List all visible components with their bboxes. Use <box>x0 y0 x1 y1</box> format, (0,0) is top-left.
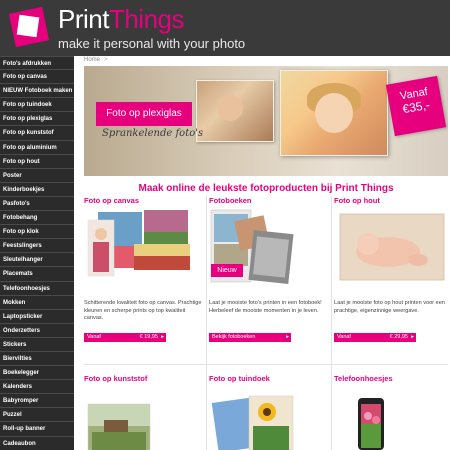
price-button-hout[interactable]: Vanaf € 29,95 ▸ <box>334 333 416 342</box>
sidebar-item-placemats[interactable]: Placemats <box>0 267 74 282</box>
grid-divider <box>206 196 207 450</box>
new-badge: Nieuw <box>211 264 243 277</box>
price-button-label: Vanaf <box>337 334 351 340</box>
product-title[interactable]: Telefoonhoesjes <box>334 374 450 383</box>
product-title[interactable]: Foto op canvas <box>84 196 202 205</box>
brand-tagline: make it personal with your photo <box>58 36 246 51</box>
banner-photo-child <box>280 70 388 156</box>
sidebar-item-roll-up-banner[interactable]: Roll-up banner <box>0 422 74 437</box>
page-headline: Maak online de leukste fotoproducten bij… <box>138 183 394 194</box>
sidebar-item-poster[interactable]: Poster <box>0 169 74 183</box>
banner-photo-family <box>196 80 274 142</box>
product-card-canvas[interactable]: Foto op canvas Schitterende kwaliteit fo… <box>84 196 202 346</box>
banner-subtitle: Sprankelende foto's <box>102 128 204 139</box>
sidebar-item-onderzetters[interactable]: Onderzetters <box>0 324 74 338</box>
product-card-hout[interactable]: Foto op hout Laat je mooiste foto op hou… <box>334 196 450 346</box>
product-card-fotoboeken[interactable]: Fotoboeken Nieuw Laat je mooiste foto's … <box>209 196 327 346</box>
product-description: Schitterende kwaliteit foto op canvas. P… <box>84 300 202 322</box>
sidebar-item-pasfotos[interactable]: Pasfoto's <box>0 197 74 212</box>
sidebar-item-mokken[interactable]: Mokken <box>0 296 74 310</box>
product-card-tuindoek[interactable]: Foto op tuindoek <box>209 374 327 450</box>
sidebar-item-sleutelhanger[interactable]: Sleutelhanger <box>0 253 74 268</box>
sidebar-item-foto-op-aluminium[interactable]: Foto op aluminium <box>0 141 74 155</box>
sidebar-item-foto-op-kunststof[interactable]: Foto op kunststof <box>0 126 74 141</box>
sidebar-item-babyromper[interactable]: Babyromper <box>0 394 74 409</box>
grid-divider <box>84 364 448 365</box>
product-image-telefoonhoesjes[interactable] <box>334 394 450 450</box>
site-header: PrintThings make it personal with your p… <box>0 0 450 56</box>
arrow-right-icon: ▸ <box>411 334 414 340</box>
product-image-tuindoek[interactable] <box>209 392 327 450</box>
sidebar-item-biervilties[interactable]: Biervilties <box>0 352 74 367</box>
sidebar-item-foto-op-klok[interactable]: Foto op klok <box>0 225 74 240</box>
arrow-right-icon: ▸ <box>161 334 164 340</box>
brand-name[interactable]: PrintThings <box>58 4 185 34</box>
view-photobooks-button[interactable]: Bekijk fotoboeken ▸ <box>209 333 291 342</box>
product-title[interactable]: Foto op tuindoek <box>209 374 327 383</box>
sidebar-item-stickers[interactable]: Stickers <box>0 338 74 352</box>
product-card-telefoonhoesjes[interactable]: Telefoonhoesjes <box>334 374 450 450</box>
brand-name-part2: Things <box>108 4 185 34</box>
sidebar-item-telefoonhoesjes[interactable]: Telefoonhoesjes <box>0 282 74 296</box>
product-card-kunststof[interactable]: Foto op kunststof <box>84 374 202 450</box>
banner-price-badge: Vanaf €35,- <box>385 75 447 137</box>
price-button-canvas[interactable]: Vanaf € 19,95 ▸ <box>84 333 166 342</box>
sidebar-item-kinderboekjes[interactable]: Kinderboekjes <box>0 183 74 197</box>
sidebar-item-kalenders[interactable]: Kalenders <box>0 380 74 395</box>
main-content: Home > Foto op plexiglas Sprankelende fot… <box>74 56 450 450</box>
sidebar-item-puzzel[interactable]: Puzzel <box>0 408 74 423</box>
view-photobooks-label: Bekijk fotoboeken <box>212 334 256 340</box>
breadcrumb-separator: > <box>104 57 108 63</box>
product-image-canvas[interactable] <box>84 208 202 286</box>
price-button-label: Vanaf <box>87 334 101 340</box>
price-button-value: € 19,95 <box>139 334 158 340</box>
product-description: Laat je mooiste foto's printen in een fo… <box>209 300 322 314</box>
sidebar-item-foto-op-hout[interactable]: Foto op hout <box>0 155 74 169</box>
breadcrumb: Home > <box>84 57 108 63</box>
sidebar-item-fotos-afdrukken[interactable]: Foto's afdrukken <box>0 56 74 71</box>
product-description: Laat je mooiste foto op hout printen voo… <box>334 300 446 314</box>
sidebar-item-laptopsticker[interactable]: Laptopsticker <box>0 310 74 324</box>
brand-name-part1: Print <box>58 4 109 34</box>
logo-icon[interactable] <box>8 6 52 50</box>
sidebar-item-feestslingers[interactable]: Feestslingers <box>0 239 74 254</box>
product-title[interactable]: Foto op hout <box>334 196 450 205</box>
sidebar-item-boekelegger[interactable]: Boekelegger <box>0 366 74 381</box>
product-image-kunststof[interactable] <box>84 398 202 450</box>
promo-banner[interactable]: Foto op plexiglas Sprankelende foto's Va… <box>84 66 448 176</box>
sidebar-item-foto-op-plexiglas[interactable]: Foto op plexiglas <box>0 112 74 127</box>
grid-divider <box>331 196 332 450</box>
sidebar-item-foto-op-tuindoek[interactable]: Foto op tuindoek <box>0 98 74 113</box>
product-title[interactable]: Fotoboeken <box>209 196 327 205</box>
product-image-hout[interactable] <box>334 208 450 286</box>
sidebar-nav: Foto's afdrukken Foto op canvas NIEUW Fo… <box>0 56 74 450</box>
sidebar-item-foto-op-canvas[interactable]: Foto op canvas <box>0 70 74 85</box>
product-title[interactable]: Foto op kunststof <box>84 374 202 383</box>
breadcrumb-home[interactable]: Home <box>84 57 100 63</box>
arrow-right-icon: ▸ <box>286 334 289 340</box>
sidebar-item-fotobehang[interactable]: Fotobehang <box>0 211 74 226</box>
price-button-value: € 29,95 <box>389 334 408 340</box>
sidebar-item-fotoboek-maken[interactable]: NIEUW Fotoboek maken <box>0 84 74 99</box>
sidebar-item-cadeaubon[interactable]: Cadeaubon <box>0 437 74 450</box>
banner-product-tag: Foto op plexiglas <box>96 102 192 126</box>
